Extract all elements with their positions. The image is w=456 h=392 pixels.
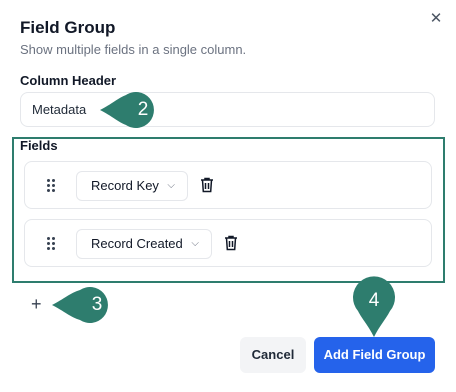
annotation-badge-3: 3 [52, 287, 116, 323]
fields-label: Fields [20, 138, 58, 153]
field-group-dialog: Field Group Show multiple fields in a si… [0, 0, 456, 392]
column-header-label: Column Header [20, 73, 117, 88]
drag-handle-icon[interactable] [47, 179, 55, 193]
add-field-group-button[interactable]: Add Field Group [314, 337, 435, 373]
annotation-badge-number: 2 [137, 99, 149, 120]
dialog-subtitle: Show multiple fields in a single column. [20, 42, 247, 57]
chevron-down-icon: ⌵ [191, 238, 199, 249]
annotation-badge-number: 3 [91, 294, 103, 315]
field-row: Record Created ⌵ [24, 219, 432, 267]
column-header-input[interactable]: Metadata [20, 92, 435, 127]
trash-icon[interactable] [224, 235, 238, 251]
annotation-badge-2: 2 [100, 92, 162, 128]
annotation-badge-number: 4 [368, 290, 380, 311]
field-select[interactable]: Record Key ⌵ [76, 171, 188, 201]
trash-icon[interactable] [200, 177, 214, 193]
dialog-title: Field Group [20, 18, 116, 37]
field-select-value: Record Created [91, 236, 183, 251]
drag-handle-icon[interactable] [47, 237, 55, 251]
cancel-button[interactable]: Cancel [240, 337, 306, 373]
close-icon[interactable]: ✕ [428, 10, 444, 28]
add-field-icon[interactable]: + [31, 294, 42, 314]
field-select-value: Record Key [91, 178, 159, 193]
annotation-badge-4: 4 [352, 273, 396, 337]
chevron-down-icon: ⌵ [167, 180, 175, 191]
field-select[interactable]: Record Created ⌵ [76, 229, 212, 259]
field-row: Record Key ⌵ [24, 161, 432, 209]
